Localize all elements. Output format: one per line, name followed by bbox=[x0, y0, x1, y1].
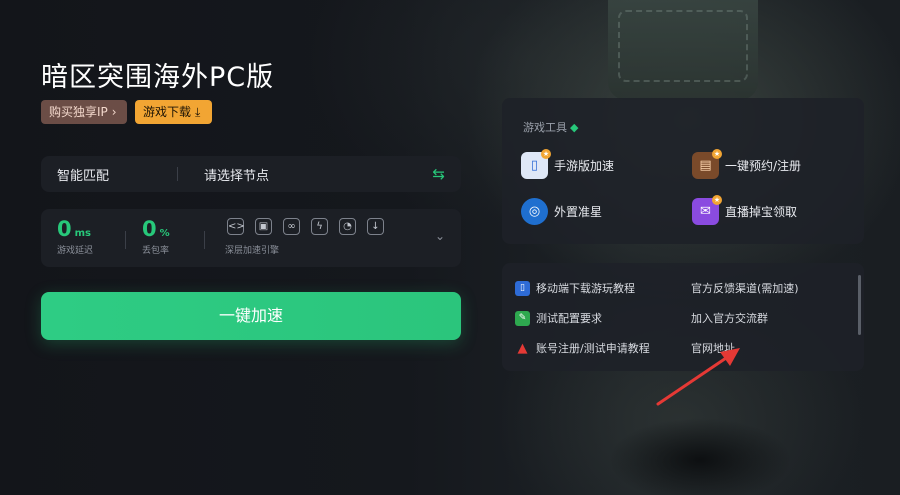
link-join-group[interactable]: 加入官方交流群 bbox=[691, 310, 768, 326]
crosshair-tool[interactable]: ◎ 外置准星 bbox=[521, 198, 602, 225]
badge-icon: ★ bbox=[712, 195, 722, 205]
link-account-register[interactable]: ▲ 账号注册/测试申请教程 bbox=[515, 340, 650, 356]
tool-label: 直播掉宝领取 bbox=[725, 205, 798, 219]
deep-engine-label: 深层加速引擎 bbox=[225, 246, 280, 256]
badge-icon: ★ bbox=[712, 149, 722, 159]
stats-panel: 0 ms 游戏延迟 0% 丢包率 <> ▣ ∞ ϟ ◔ ↓ 深层加速引擎 ⌄ bbox=[41, 209, 461, 267]
chevron-right-icon: › bbox=[111, 105, 117, 119]
tool-label: 一键预约/注册 bbox=[725, 159, 802, 173]
one-click-boost-button[interactable]: 一键加速 bbox=[41, 292, 461, 340]
game-download-button[interactable]: 游戏下载 ⤓ bbox=[135, 100, 212, 124]
game-title: 暗区突围海外PC版 bbox=[41, 62, 275, 93]
buy-ip-button[interactable]: 购买独享IP › bbox=[41, 100, 127, 124]
warning-icon: ▲ bbox=[517, 340, 528, 356]
cube-icon: ◆ bbox=[570, 121, 579, 134]
protocol-icon: <> bbox=[227, 218, 245, 235]
packet-loss-value: 0% bbox=[142, 217, 170, 241]
smart-match-label[interactable]: 智能匹配 bbox=[57, 165, 109, 184]
link-test-config[interactable]: ✎ 测试配置要求 bbox=[515, 310, 602, 326]
helmet-art bbox=[608, 0, 758, 100]
tool-label: 手游版加速 bbox=[554, 159, 615, 173]
swap-icon[interactable]: ⇆ bbox=[432, 165, 445, 183]
divider bbox=[125, 231, 126, 249]
bolt-icon: ϟ bbox=[311, 218, 328, 235]
game-tools-title: 游戏工具 ◆ bbox=[523, 121, 579, 134]
node-selector[interactable]: 智能匹配 请选择节点 ⇆ bbox=[41, 156, 461, 192]
link-icon: ∞ bbox=[283, 218, 300, 235]
divider bbox=[204, 231, 205, 249]
packet-loss-label: 丢包率 bbox=[142, 246, 170, 256]
chevron-down-icon[interactable]: ⌄ bbox=[435, 229, 445, 243]
buy-ip-label: 购买独享IP bbox=[49, 105, 108, 119]
badge-icon: ★ bbox=[541, 149, 551, 159]
divider bbox=[177, 167, 178, 181]
game-download-label: 游戏下载 bbox=[143, 105, 192, 119]
config-icon: ✎ bbox=[515, 310, 530, 326]
calendar-icon: ▤ ★ bbox=[692, 149, 722, 179]
latency-label: 游戏延迟 bbox=[57, 246, 94, 256]
game-tools-panel: 游戏工具 ◆ ▯ ★ 手游版加速 ▤ ★ 一键预约/注册 ◎ 外置准星 ✉ ★ 直播掉宝… bbox=[502, 98, 864, 244]
tool-label: 外置准星 bbox=[554, 205, 603, 219]
scrollbar[interactable] bbox=[858, 275, 861, 335]
download-icon: ⤓ bbox=[195, 105, 201, 119]
screen-icon: ▣ bbox=[255, 218, 272, 235]
download-circle-icon: ↓ bbox=[367, 218, 384, 235]
arrow-head bbox=[720, 348, 740, 366]
speed-icon: ◔ bbox=[339, 218, 356, 235]
reserve-register-tool[interactable]: ▤ ★ 一键预约/注册 bbox=[692, 149, 802, 179]
annotation-arrow bbox=[656, 348, 740, 406]
node-select[interactable]: 请选择节点 bbox=[204, 165, 269, 184]
mobile-boost-tool[interactable]: ▯ ★ 手游版加速 bbox=[521, 149, 615, 179]
arrow-line bbox=[656, 352, 734, 406]
latency-value: 0 ms bbox=[57, 217, 91, 241]
link-mobile-tutorial[interactable]: ▯ 移动端下载游玩教程 bbox=[515, 280, 635, 296]
link-feedback[interactable]: 官方反馈渠道(需加速) bbox=[691, 280, 799, 296]
mobile-tutorial-icon: ▯ bbox=[515, 280, 530, 296]
phone-icon: ▯ ★ bbox=[521, 149, 551, 179]
crosshair-icon: ◎ bbox=[521, 198, 548, 225]
stream-drop-tool[interactable]: ✉ ★ 直播掉宝领取 bbox=[692, 195, 798, 225]
gift-icon: ✉ ★ bbox=[692, 195, 722, 225]
